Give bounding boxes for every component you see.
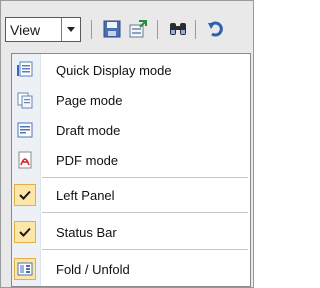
menu-item-label: Fold / Unfold	[56, 261, 130, 277]
menu-item-status-bar[interactable]: Status Bar	[12, 218, 250, 246]
checkmark-icon	[14, 221, 36, 243]
menu-item-left-panel[interactable]: Left Panel	[12, 181, 250, 209]
menu-item-label: PDF mode	[56, 152, 119, 168]
menu-separator	[42, 249, 248, 250]
menu-item-fold-unfold[interactable]: Fold / Unfold	[12, 255, 250, 283]
menu-item-label: Status Bar	[56, 224, 117, 240]
find-icon[interactable]	[167, 19, 189, 39]
pdf-icon	[14, 149, 36, 171]
toolbar-separator	[157, 20, 158, 39]
undo-icon[interactable]	[205, 19, 227, 39]
menu-separator	[42, 177, 248, 178]
menu-item-draft-mode[interactable]: Draft mode	[12, 116, 250, 144]
menu-item-quick-display-mode[interactable]: Quick Display mode	[12, 56, 250, 84]
quick-display-icon	[14, 59, 36, 81]
menu-item-label: Page mode	[56, 92, 123, 108]
page-mode-icon	[14, 89, 36, 111]
view-dropdown-menu: Quick Display mode Page mode Draft mode …	[11, 53, 251, 287]
draft-mode-icon	[14, 119, 36, 141]
menu-item-label: Draft mode	[56, 122, 121, 138]
fold-unfold-icon	[14, 258, 36, 280]
window-frame: View Quick Display mode Page mode Draft …	[0, 0, 254, 288]
menu-item-label: Left Panel	[56, 187, 115, 203]
checkmark-icon	[14, 184, 36, 206]
menu-item-page-mode[interactable]: Page mode	[12, 86, 250, 114]
save-icon[interactable]	[101, 19, 123, 39]
menu-item-label: Quick Display mode	[56, 62, 172, 78]
view-menu-button[interactable]: View	[5, 17, 81, 42]
menu-separator	[42, 212, 248, 213]
menu-item-pdf-mode[interactable]: PDF mode	[12, 146, 250, 174]
toolbar-separator	[91, 20, 92, 39]
export-icon[interactable]	[127, 19, 149, 39]
dropdown-arrow-icon[interactable]	[61, 18, 80, 41]
view-menu-label: View	[10, 21, 41, 38]
toolbar-separator	[195, 20, 196, 39]
